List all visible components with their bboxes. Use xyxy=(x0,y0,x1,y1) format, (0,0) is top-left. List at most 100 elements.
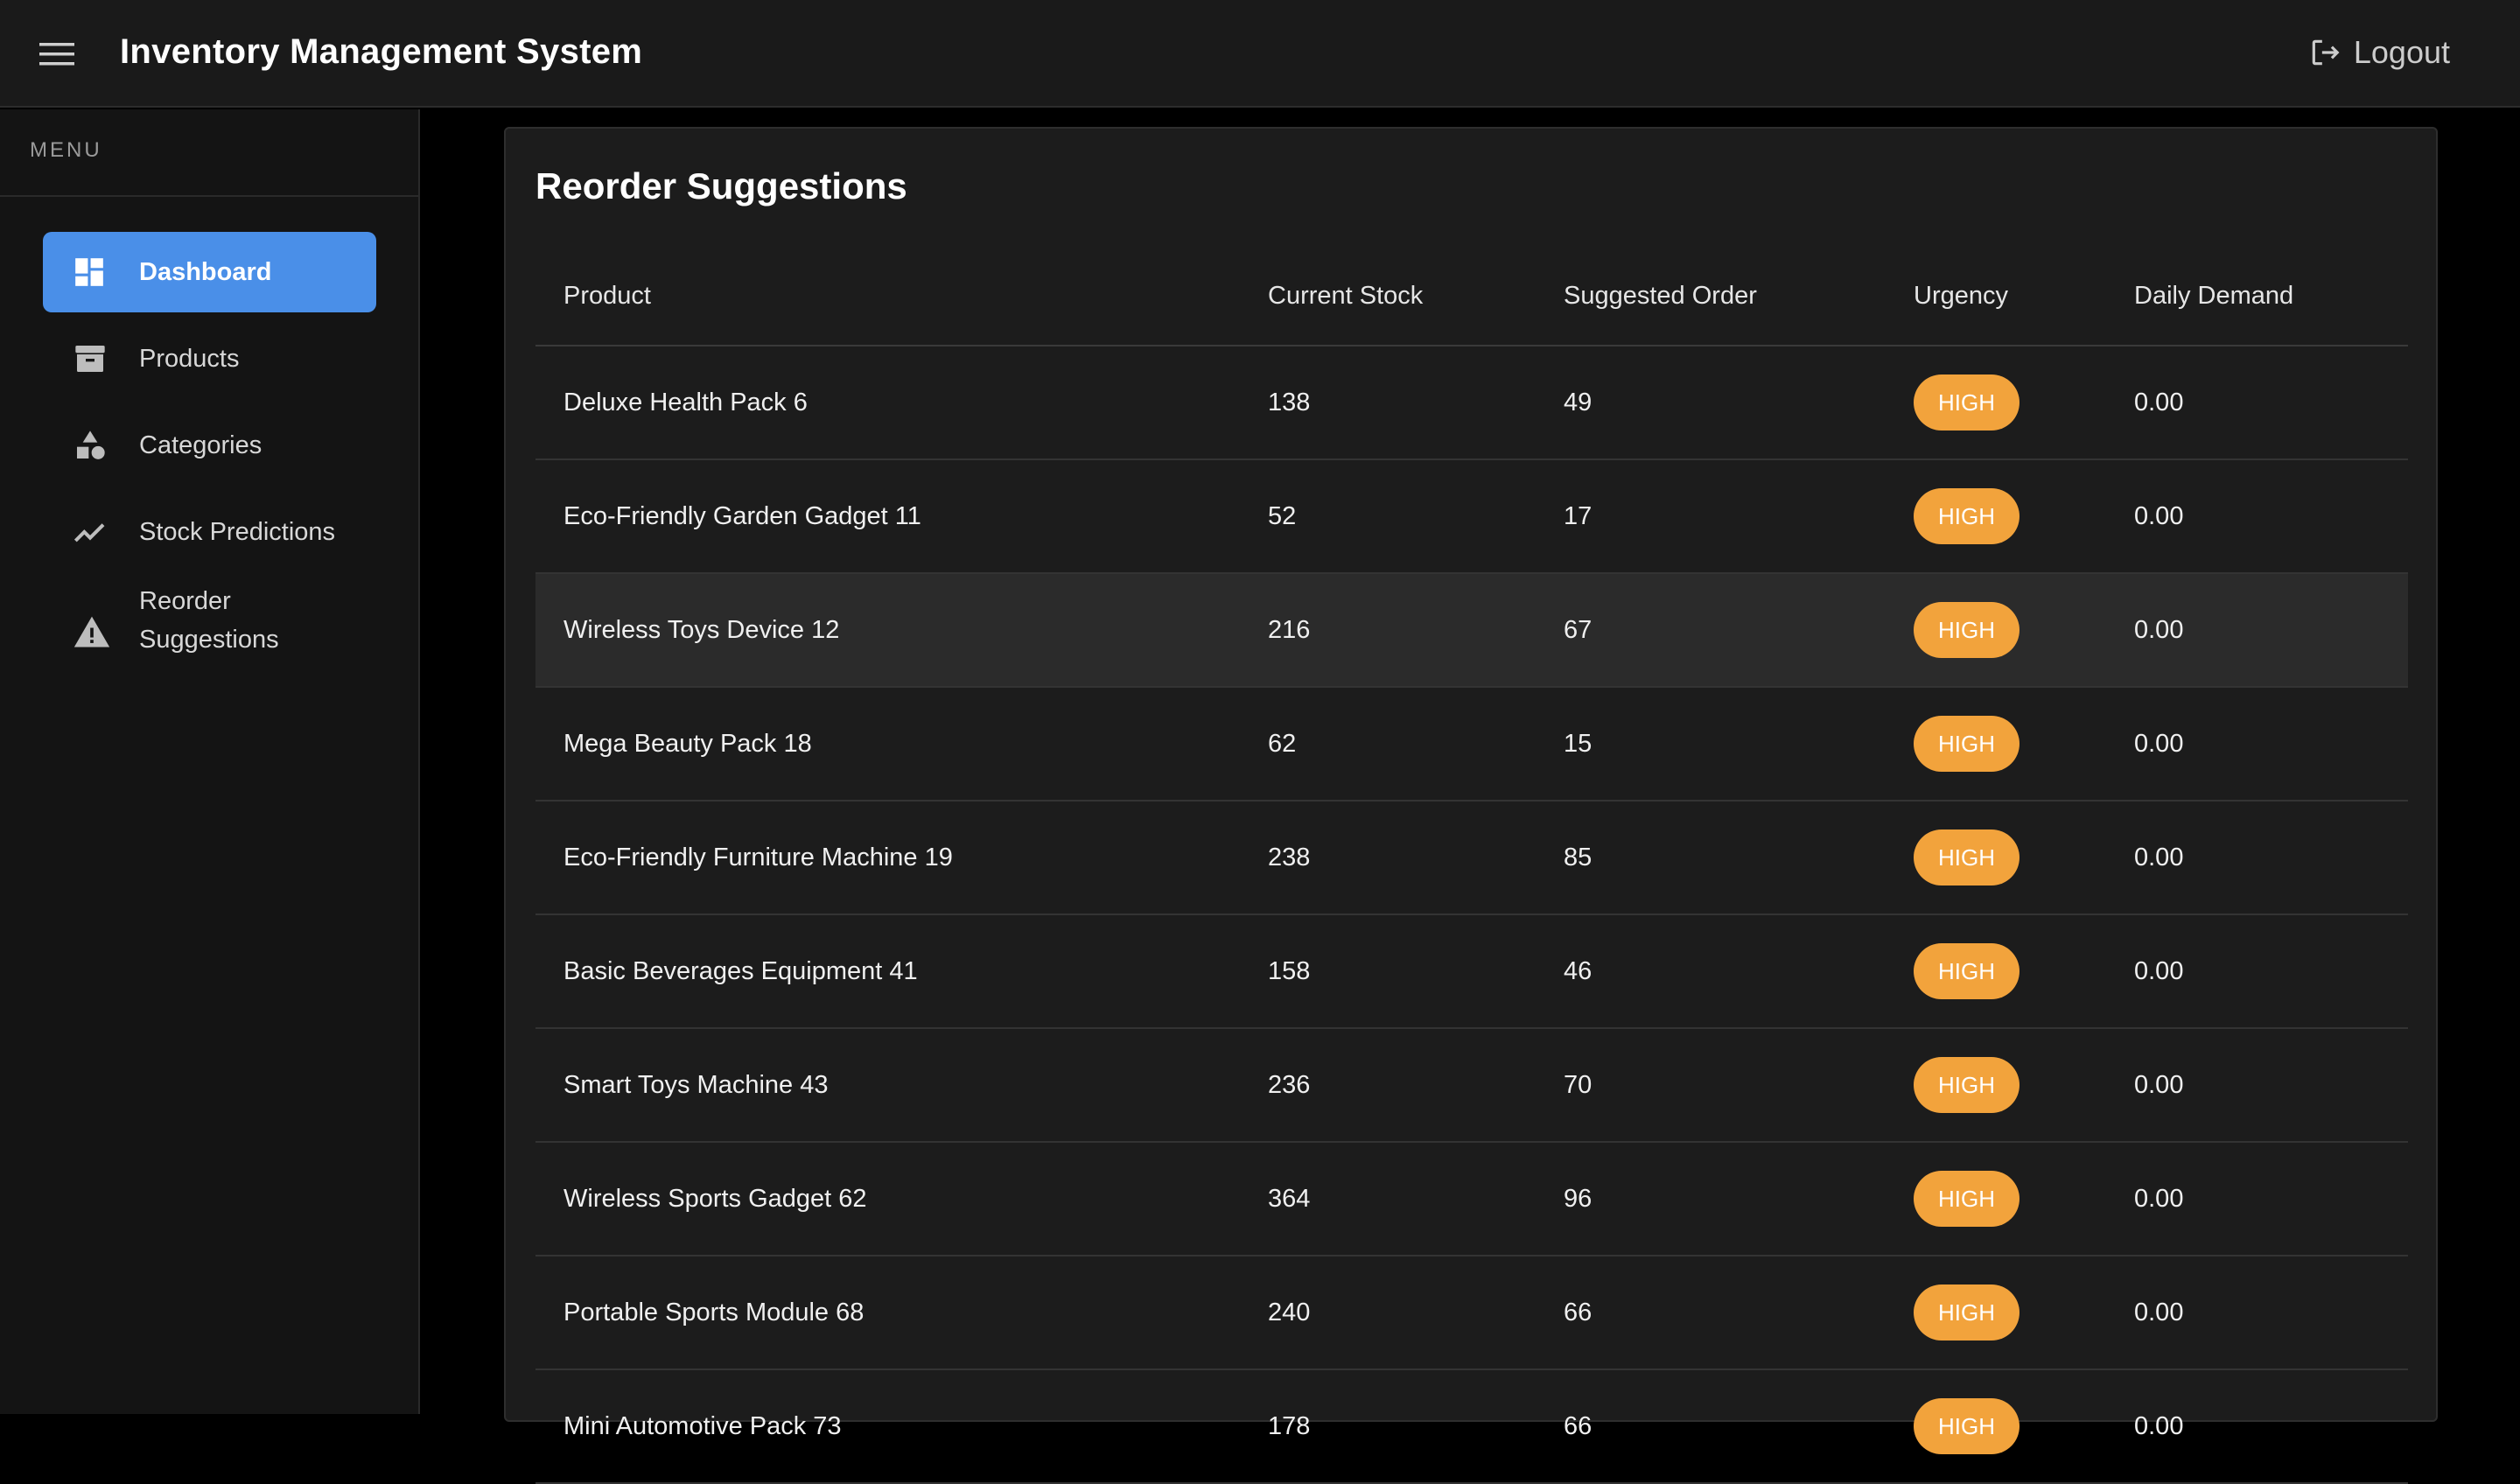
cell-daily-demand: 0.00 xyxy=(2106,1028,2408,1143)
warning-icon xyxy=(73,578,113,666)
cell-suggested-order: 85 xyxy=(1536,801,1886,915)
cell-urgency: HIGH xyxy=(1886,1028,2106,1143)
table-row[interactable]: Wireless Toys Device 12 216 67 HIGH 0.00 xyxy=(536,573,2408,688)
cell-urgency: HIGH xyxy=(1886,801,2106,915)
sidebar-item-products[interactable]: Products xyxy=(43,318,376,399)
table-row[interactable]: Eco-Friendly Furniture Machine 19 238 85… xyxy=(536,801,2408,915)
cell-suggested-order: 67 xyxy=(1536,573,1886,688)
cell-urgency: HIGH xyxy=(1886,687,2106,802)
cell-product: Wireless Toys Device 12 xyxy=(536,573,1240,688)
urgency-badge: HIGH xyxy=(1914,1057,2020,1113)
app-bar: Inventory Management System Logout xyxy=(0,0,2520,108)
sidebar-item-label: Categories xyxy=(139,431,262,459)
urgency-badge: HIGH xyxy=(1914,1171,2020,1227)
main-content: Reorder Suggestions Product Current Stoc… xyxy=(422,109,2520,1484)
sidebar-item-label: Products xyxy=(139,345,240,373)
sidebar-item-categories[interactable]: Categories xyxy=(43,405,376,486)
cell-urgency: HIGH xyxy=(1886,914,2106,1029)
logout-button[interactable]: Logout xyxy=(2308,24,2450,80)
sidebar-item-label: Dashboard xyxy=(139,258,272,286)
cell-daily-demand: 0.00 xyxy=(2106,801,2408,915)
cell-current-stock: 240 xyxy=(1240,1256,1536,1370)
cell-product: Portable Sports Module 68 xyxy=(536,1256,1240,1370)
card-title: Reorder Suggestions xyxy=(536,165,907,206)
cell-suggested-order: 70 xyxy=(1536,1028,1886,1143)
cell-suggested-order: 66 xyxy=(1536,1256,1886,1370)
sidebar-nav: Dashboard Products Categories Stock Pred… xyxy=(0,197,418,666)
table-row[interactable]: Smart Toys Machine 43 236 70 HIGH 0.00 xyxy=(536,1028,2408,1143)
reorder-table: Product Current Stock Suggested Order Ur… xyxy=(536,248,2408,1484)
sidebar-item-label: Stock Predictions xyxy=(139,518,336,546)
table-row[interactable]: Portable Sports Module 68 240 66 HIGH 0.… xyxy=(536,1256,2408,1370)
sidebar: MENU Dashboard Products Categories Stock… xyxy=(0,109,420,1414)
sidebar-item-reorder-suggestions[interactable]: Reorder Suggestions xyxy=(43,578,376,666)
shapes-icon xyxy=(73,405,113,486)
menu-toggle-button[interactable] xyxy=(32,30,82,79)
cell-current-stock: 158 xyxy=(1240,914,1536,1029)
table-header-row: Product Current Stock Suggested Order Ur… xyxy=(536,248,2408,346)
cell-daily-demand: 0.00 xyxy=(2106,573,2408,688)
cell-suggested-order: 66 xyxy=(1536,1369,1886,1484)
cell-suggested-order: 15 xyxy=(1536,687,1886,802)
logout-label: Logout xyxy=(2353,34,2450,70)
urgency-badge: HIGH xyxy=(1914,943,2020,999)
sidebar-item-stock-predictions[interactable]: Stock Predictions xyxy=(43,492,376,572)
cell-daily-demand: 0.00 xyxy=(2106,459,2408,574)
dashboard-icon xyxy=(73,232,113,312)
column-header-urgency[interactable]: Urgency xyxy=(1886,248,2106,346)
cell-daily-demand: 0.00 xyxy=(2106,346,2408,460)
cell-daily-demand: 0.00 xyxy=(2106,687,2408,802)
cell-urgency: HIGH xyxy=(1886,1256,2106,1370)
cell-current-stock: 178 xyxy=(1240,1369,1536,1484)
cell-current-stock: 52 xyxy=(1240,459,1536,574)
table-row[interactable]: Deluxe Health Pack 6 138 49 HIGH 0.00 xyxy=(536,346,2408,460)
table-row[interactable]: Mini Automotive Pack 73 178 66 HIGH 0.00 xyxy=(536,1369,2408,1484)
cell-suggested-order: 96 xyxy=(1536,1142,1886,1256)
cell-suggested-order: 46 xyxy=(1536,914,1886,1029)
urgency-badge: HIGH xyxy=(1914,1284,2020,1340)
cell-product: Wireless Sports Gadget 62 xyxy=(536,1142,1240,1256)
cell-current-stock: 364 xyxy=(1240,1142,1536,1256)
urgency-badge: HIGH xyxy=(1914,488,2020,544)
table-row[interactable]: Mega Beauty Pack 18 62 15 HIGH 0.00 xyxy=(536,687,2408,802)
column-header-current-stock[interactable]: Current Stock xyxy=(1240,248,1536,346)
logout-icon xyxy=(2312,39,2340,66)
cell-suggested-order: 17 xyxy=(1536,459,1886,574)
cell-suggested-order: 49 xyxy=(1536,346,1886,460)
urgency-badge: HIGH xyxy=(1914,716,2020,772)
cell-product: Mini Automotive Pack 73 xyxy=(536,1369,1240,1484)
cell-daily-demand: 0.00 xyxy=(2106,914,2408,1029)
cell-daily-demand: 0.00 xyxy=(2106,1256,2408,1370)
cell-daily-demand: 0.00 xyxy=(2106,1369,2408,1484)
reorder-suggestions-card: Reorder Suggestions Product Current Stoc… xyxy=(504,127,2438,1484)
hamburger-menu-icon xyxy=(39,43,74,66)
table-row[interactable]: Basic Beverages Equipment 41 158 46 HIGH… xyxy=(536,914,2408,1029)
urgency-badge: HIGH xyxy=(1914,830,2020,886)
cell-product: Smart Toys Machine 43 xyxy=(536,1028,1240,1143)
menu-header: MENU xyxy=(0,109,418,197)
column-header-daily-demand[interactable]: Daily Demand xyxy=(2106,248,2408,346)
sidebar-item-label: Reorder Suggestions xyxy=(139,587,279,654)
trend-line-icon xyxy=(73,492,113,572)
app-title: Inventory Management System xyxy=(120,32,643,71)
cell-current-stock: 138 xyxy=(1240,346,1536,460)
column-header-product[interactable]: Product xyxy=(536,248,1240,346)
column-header-suggested-order[interactable]: Suggested Order xyxy=(1536,248,1886,346)
table-row[interactable]: Eco-Friendly Garden Gadget 11 52 17 HIGH… xyxy=(536,459,2408,574)
sidebar-item-dashboard[interactable]: Dashboard xyxy=(43,232,376,312)
cell-current-stock: 236 xyxy=(1240,1028,1536,1143)
table-row[interactable]: Wireless Sports Gadget 62 364 96 HIGH 0.… xyxy=(536,1142,2408,1256)
cell-product: Eco-Friendly Furniture Machine 19 xyxy=(536,801,1240,915)
cell-product: Deluxe Health Pack 6 xyxy=(536,346,1240,460)
cell-current-stock: 62 xyxy=(1240,687,1536,802)
urgency-badge: HIGH xyxy=(1914,1398,2020,1454)
cell-product: Eco-Friendly Garden Gadget 11 xyxy=(536,459,1240,574)
cell-product: Mega Beauty Pack 18 xyxy=(536,687,1240,802)
cell-urgency: HIGH xyxy=(1886,1142,2106,1256)
cell-urgency: HIGH xyxy=(1886,573,2106,688)
cell-current-stock: 238 xyxy=(1240,801,1536,915)
urgency-badge: HIGH xyxy=(1914,602,2020,658)
cell-daily-demand: 0.00 xyxy=(2106,1142,2408,1256)
cell-urgency: HIGH xyxy=(1886,459,2106,574)
urgency-badge: HIGH xyxy=(1914,374,2020,430)
